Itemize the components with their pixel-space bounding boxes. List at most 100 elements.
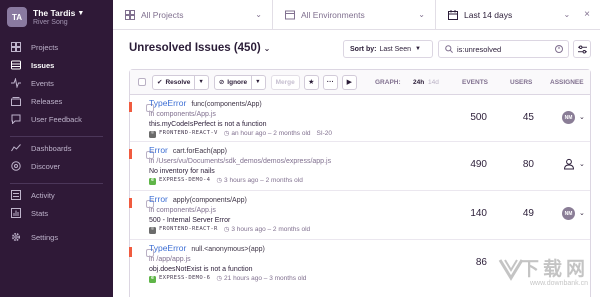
issue-project[interactable]: EXPRESS-DEMO-6 xyxy=(159,274,210,284)
releases-icon xyxy=(10,95,22,107)
issue-type[interactable]: TypeError xyxy=(149,98,186,109)
bookmark-button[interactable]: ★ xyxy=(303,74,319,90)
dashboards-icon xyxy=(10,142,22,154)
sidebar-item-stats[interactable]: Stats xyxy=(0,204,113,222)
org-name: The Tardis xyxy=(33,8,76,18)
issue-row[interactable]: TypeError func(components/App) in compone… xyxy=(129,95,590,142)
issue-users-count: 45 xyxy=(522,112,534,123)
graph-14d-toggle[interactable]: 14d xyxy=(428,79,439,86)
issue-type[interactable]: Error xyxy=(149,145,168,156)
issue-type[interactable]: Error xyxy=(149,194,168,205)
ignore-button[interactable]: ⊘ Ignore ▼ xyxy=(213,74,266,90)
date-filter-label: Last 14 days xyxy=(464,9,513,20)
page-title: Unresolved Issues (450) ⌄ xyxy=(129,42,271,54)
issue-location: in components/App.js xyxy=(149,206,216,214)
chevron-down-icon[interactable]: ⌄ xyxy=(579,160,585,168)
issue-message: 500 - Internal Server Error xyxy=(149,216,231,224)
chevron-down-icon[interactable]: ⌄ xyxy=(264,44,271,53)
sidebar-item-settings[interactable]: Settings xyxy=(0,228,113,246)
resolve-button[interactable]: ✔ Resolve ▼ xyxy=(152,74,209,90)
sort-value: Last Seen xyxy=(379,45,411,53)
issue-events-count: 140 xyxy=(470,208,487,219)
assignee-avatar[interactable]: NM xyxy=(562,111,575,124)
chevron-down-icon[interactable]: ⌄ xyxy=(579,209,585,217)
sidebar-item-issues[interactable]: Issues xyxy=(0,56,113,74)
issue-users-count: 49 xyxy=(522,208,534,219)
clock-icon: ◷ xyxy=(223,226,230,234)
ellipsis-icon: ··· xyxy=(326,78,334,86)
project-filter-label: All Projects xyxy=(141,9,184,20)
issue-culprit: null.<anonymous>(app) xyxy=(191,246,265,253)
org-switcher[interactable]: TA The Tardis ▼ River Song xyxy=(7,7,84,27)
sidebar-item-label: Settings xyxy=(31,232,59,242)
assignee-avatar[interactable]: NM xyxy=(562,207,575,220)
environment-filter-label: All Environments xyxy=(301,9,365,20)
select-all-checkbox[interactable] xyxy=(138,78,146,86)
sort-prefix: Sort by: xyxy=(350,45,377,53)
issue-type[interactable]: TypeError xyxy=(149,243,186,254)
org-avatar: TA xyxy=(7,7,27,27)
issue-time: 3 hours ago – 2 months old xyxy=(231,226,311,234)
unassigned-user-icon[interactable] xyxy=(563,158,575,170)
issue-short-id[interactable]: SI-20 xyxy=(317,129,333,139)
issue-project[interactable]: FRONTEND-REACT-R xyxy=(159,225,218,235)
graph-24h-toggle[interactable]: 24h xyxy=(413,79,424,86)
issue-time: 21 hours ago – 3 months old xyxy=(224,275,307,283)
search-input[interactable]: is:unresolved × xyxy=(438,40,569,58)
filter-bar: All Projects ⌄ All Environments ⌄ Last 1… xyxy=(113,0,600,30)
environment-icon xyxy=(285,10,295,20)
close-icon[interactable]: × xyxy=(584,9,590,20)
sidebar-item-dashboards[interactable]: Dashboards xyxy=(0,139,113,157)
discover-icon xyxy=(10,160,22,172)
issue-time: 3 hours ago – 2 months old xyxy=(224,177,303,185)
issue-row[interactable]: Error cart.forEach(app) in /Users/vu/Docu… xyxy=(129,142,590,191)
issue-location: in /app/app.js xyxy=(149,255,191,263)
projects-icon xyxy=(10,41,22,53)
issue-project[interactable]: EXPRESS-DEMO-4 xyxy=(159,176,210,186)
issue-project[interactable]: FRONTEND-REACT-V xyxy=(159,129,218,139)
clock-icon: ◷ xyxy=(216,275,223,283)
project-filter[interactable]: All Projects ⌄ xyxy=(113,0,273,30)
sidebar-item-activity[interactable]: Activity xyxy=(0,186,113,204)
sidebar-item-label: Projects xyxy=(31,42,59,52)
environment-filter[interactable]: All Environments ⌄ xyxy=(273,0,436,30)
issue-culprit: apply(components/App) xyxy=(172,197,247,204)
sidebar-nav: Projects Issues Events Releases User Fee… xyxy=(0,38,113,246)
more-actions-button[interactable]: ··· xyxy=(322,74,338,90)
react-platform-icon: ⚛ xyxy=(149,130,156,138)
chevron-down-icon: ⌄ xyxy=(418,10,425,19)
sidebar-item-label: User Feedback xyxy=(31,114,82,124)
sidebar-item-discover[interactable]: Discover xyxy=(0,157,113,175)
chevron-down-icon: ▼ xyxy=(77,9,85,17)
sidebar-item-projects[interactable]: Projects xyxy=(0,38,113,56)
sort-dropdown[interactable]: Sort by: Last Seen ▼ xyxy=(343,40,433,58)
express-platform-icon: e xyxy=(149,177,156,185)
issue-message: No inventory for nails xyxy=(149,167,215,175)
clear-search-icon[interactable]: × xyxy=(555,45,563,53)
watermark-url: www.downbank.cn xyxy=(530,280,588,287)
date-filter[interactable]: Last 14 days ⌄ × xyxy=(436,0,600,30)
chevron-down-icon[interactable]: ⌄ xyxy=(579,113,585,121)
sidebar-item-label: Discover xyxy=(31,161,61,171)
issue-events-count: 86 xyxy=(475,257,487,268)
issues-icon xyxy=(10,59,22,71)
sidebar-divider xyxy=(10,136,103,137)
issue-time: an hour ago – 2 months old xyxy=(231,130,311,138)
react-platform-icon: ⚛ xyxy=(149,226,156,234)
display-settings-button[interactable] xyxy=(573,40,591,58)
events-icon xyxy=(10,77,22,89)
clock-icon: ◷ xyxy=(223,130,230,138)
sidebar-item-label: Events xyxy=(31,78,54,88)
assignee-column-header: ASSIGNEE xyxy=(550,79,584,86)
watermark: 下载网 www.downbank.cn xyxy=(498,254,598,294)
issue-row[interactable]: Error apply(components/App) in components… xyxy=(129,191,590,240)
sidebar-item-releases[interactable]: Releases xyxy=(0,92,113,110)
realtime-button[interactable]: ▶ xyxy=(341,74,357,90)
project-icon xyxy=(125,9,135,20)
sidebar-item-user-feedback[interactable]: User Feedback xyxy=(0,110,113,128)
sidebar-item-events[interactable]: Events xyxy=(0,74,113,92)
issue-users-count: 80 xyxy=(522,159,534,170)
ignore-icon: ⊘ xyxy=(218,79,225,86)
merge-button[interactable]: Merge xyxy=(270,74,300,90)
issue-events-count: 500 xyxy=(470,112,487,123)
